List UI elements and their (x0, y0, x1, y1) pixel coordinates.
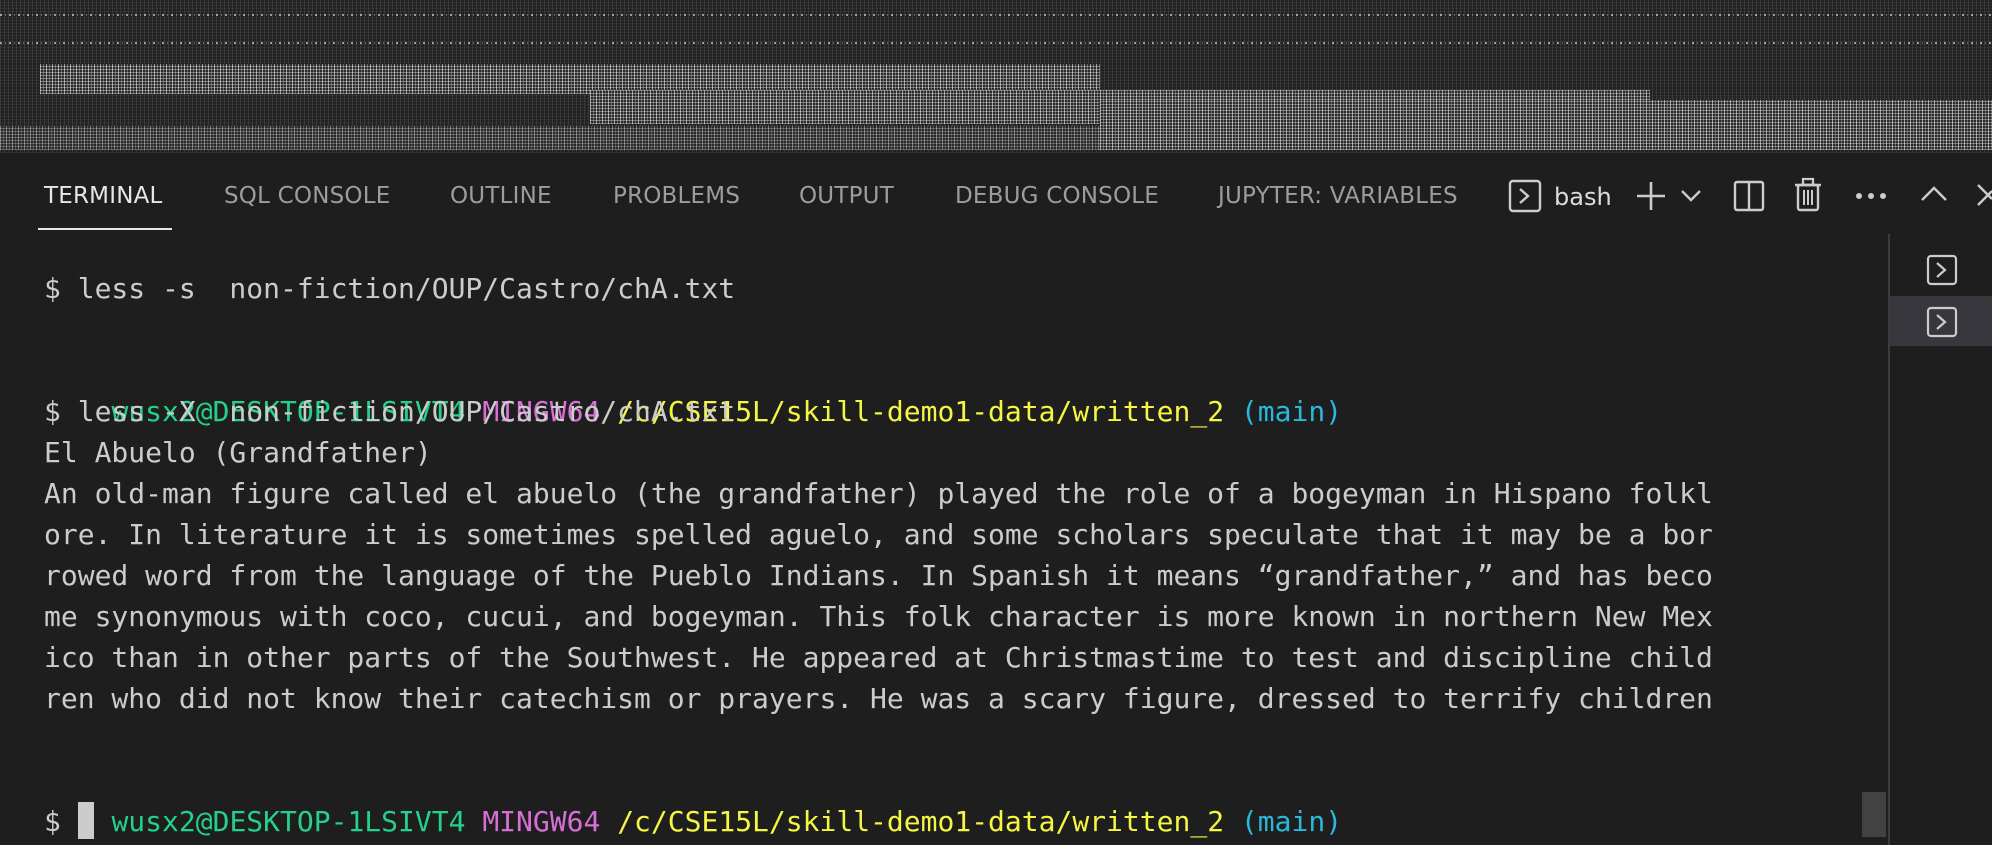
terminal-line: El Abuelo (Grandfather) (44, 436, 432, 469)
terminal-line: $ less -X non-fiction/OUP/Castro/chA.txt (44, 395, 736, 428)
terminal-input-line[interactable]: $ (44, 801, 94, 842)
garbled-editor-region (0, 0, 1992, 153)
terminal-line: $ less -s non-fiction/OUP/Castro/chA.txt (44, 272, 736, 305)
terminal-scrollbar-thumb[interactable] (1862, 792, 1886, 837)
chevron-down-icon[interactable] (1680, 187, 1702, 205)
plus-icon[interactable] (1634, 179, 1668, 213)
tab-sql-console[interactable]: SQL CONSOLE (224, 183, 390, 209)
prompt-user: wusx2@DESKTOP-1LSIVT4 (111, 805, 466, 838)
terminal-line: rowed word from the language of the Pueb… (44, 559, 1713, 592)
tab-problems[interactable]: PROBLEMS (613, 183, 740, 209)
prompt-env: MINGW64 (482, 805, 601, 838)
active-tab-indicator (38, 228, 172, 230)
terminal-line: ore. In literature it is sometimes spell… (44, 518, 1713, 551)
terminal-line: ren who did not know their catechism or … (44, 682, 1713, 715)
panel-tab-bar: TERMINAL SQL CONSOLE OUTLINE PROBLEMS OU… (0, 153, 1992, 234)
terminal-line: ico than in other parts of the Southwest… (44, 641, 1713, 674)
prompt-branch: (main) (1240, 395, 1343, 428)
terminal-icon[interactable] (1508, 179, 1542, 213)
tab-terminal[interactable]: TERMINAL (44, 183, 163, 209)
close-icon[interactable] (1976, 183, 1992, 207)
tab-debug-console[interactable]: DEBUG CONSOLE (955, 183, 1159, 209)
tab-jupyter-variables[interactable]: JUPYTER: VARIABLES (1218, 183, 1458, 209)
terminal-instance-2[interactable] (1890, 296, 1992, 346)
prompt-path: /c/CSE15L/skill-demo1-data/written_2 (617, 805, 1225, 838)
chevron-up-icon[interactable] (1920, 185, 1948, 203)
terminal-instance-1[interactable] (1890, 244, 1992, 294)
terminal-tabs-list (1890, 234, 1992, 845)
split-icon[interactable] (1732, 179, 1766, 213)
terminal-line: me synonymous with coco, cucui, and boge… (44, 600, 1713, 633)
terminal-prompt: wusx2@DESKTOP-1LSIVT4 MINGW64 /c/CSE15L/… (44, 760, 1342, 838)
text-cursor (77, 802, 94, 839)
noise-block (1100, 100, 1992, 150)
trash-icon[interactable] (1792, 177, 1824, 213)
terminal-line: An old-man figure called el abuelo (the … (44, 477, 1713, 510)
terminal-output[interactable]: $ less -s non-fiction/OUP/Castro/chA.txt… (0, 234, 1888, 845)
noise-line (0, 14, 1992, 16)
terminal-prompt: wusx2@DESKTOP-1LSIVT4 MINGW64 /c/CSE15L/… (44, 350, 1342, 428)
prompt-branch: (main) (1240, 805, 1343, 838)
terminal-icon (1926, 306, 1958, 342)
noise-block (0, 126, 1100, 150)
input-prompt: $ (44, 805, 78, 838)
ellipsis-icon[interactable] (1854, 191, 1888, 201)
terminal-icon (1926, 254, 1958, 290)
tab-output[interactable]: OUTPUT (799, 183, 894, 209)
tab-outline[interactable]: OUTLINE (450, 183, 552, 209)
noise-line (0, 42, 1992, 44)
shell-name-label[interactable]: bash (1554, 183, 1612, 211)
